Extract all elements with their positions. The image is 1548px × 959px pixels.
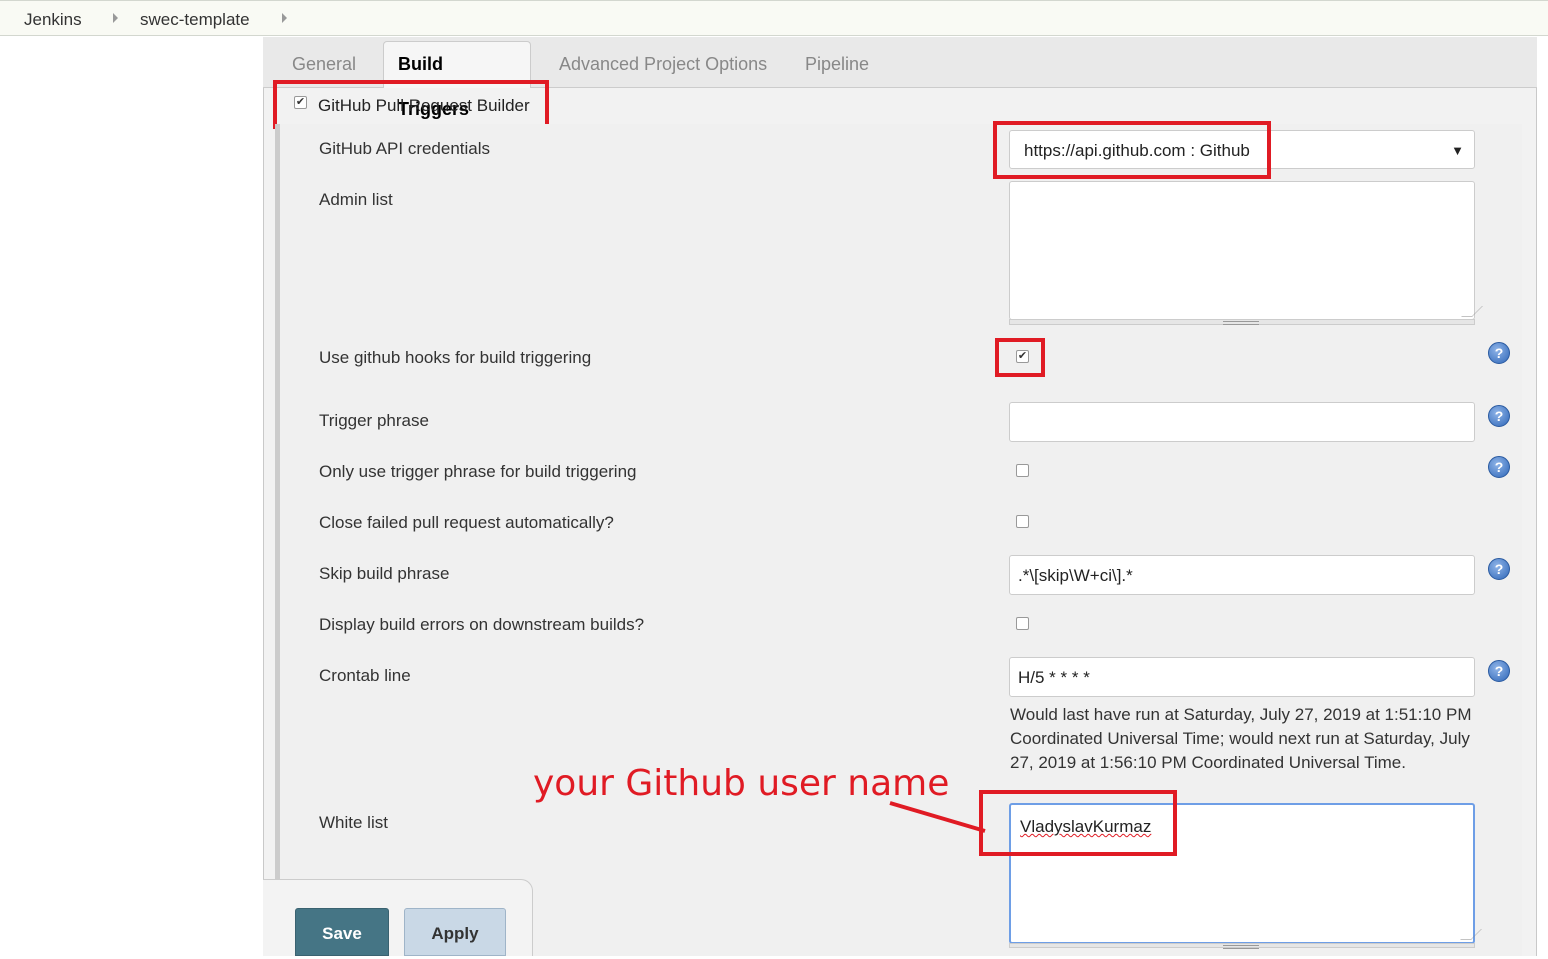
tab-general[interactable]: General — [292, 54, 356, 75]
trigger-phrase-input[interactable] — [1009, 402, 1475, 442]
help-icon[interactable]: ? — [1488, 660, 1510, 682]
help-icon[interactable]: ? — [1488, 558, 1510, 580]
help-icon[interactable]: ? — [1488, 405, 1510, 427]
admin-list-textarea[interactable] — [1009, 181, 1483, 320]
credentials-label: GitHub API credentials — [319, 139, 491, 158]
breadcrumb: Jenkins swec-template — [0, 0, 1548, 36]
skip-build-phrase-input[interactable]: .*\[skip\W+ci\].* — [1009, 555, 1475, 595]
tab-advanced-project-options[interactable]: Advanced Project Options — [559, 54, 767, 75]
admin-list-label: Admin list — [319, 190, 393, 209]
crontab-input[interactable]: H/5 * * * * — [1009, 657, 1475, 697]
use-hooks-checkbox[interactable]: ✔ — [1016, 350, 1029, 363]
close-failed-pr-checkbox[interactable] — [1016, 515, 1029, 528]
credentials-select[interactable]: https://api.github.com : Github ▼ — [1009, 130, 1475, 169]
white-list-textarea[interactable]: VladyslavKurmaz — [1009, 803, 1482, 944]
breadcrumb-chevron-icon[interactable] — [282, 13, 287, 23]
dropdown-arrow-icon: ▼ — [1451, 143, 1464, 158]
white-list-resize-handle[interactable] — [1009, 943, 1475, 949]
annotation-arrow — [889, 801, 986, 833]
admin-list-resize-handle[interactable] — [1009, 319, 1475, 325]
help-icon[interactable]: ? — [1488, 342, 1510, 364]
display-build-errors-checkbox[interactable] — [1016, 617, 1029, 630]
apply-button[interactable]: Apply — [404, 908, 506, 956]
white-list-label: White list — [319, 813, 388, 832]
crontab-schedule-note: Would last have run at Saturday, July 27… — [1010, 705, 1472, 772]
credentials-value: https://api.github.com : Github — [1024, 141, 1250, 160]
breadcrumb-chevron-icon — [113, 13, 118, 23]
only-trigger-phrase-checkbox[interactable] — [1016, 464, 1029, 477]
white-list-value: VladyslavKurmaz — [1020, 817, 1152, 836]
save-button[interactable]: Save — [295, 908, 389, 956]
breadcrumb-swec-template[interactable]: swec-template — [140, 10, 250, 30]
use-hooks-label: Use github hooks for build triggering — [319, 348, 592, 367]
crontab-label: Crontab line — [319, 666, 411, 685]
help-icon[interactable]: ? — [1488, 456, 1510, 478]
trigger-phrase-label: Trigger phrase — [319, 411, 429, 430]
close-failed-pr-label: Close failed pull request automatically? — [319, 513, 614, 532]
crontab-value: H/5 * * * * — [1018, 668, 1090, 687]
display-build-errors-label: Display build errors on downstream build… — [319, 615, 645, 634]
github-pr-builder-label: GitHub Pull Request Builder — [318, 96, 530, 115]
tab-build-triggers[interactable]: Build Triggers — [383, 41, 531, 119]
breadcrumb-jenkins[interactable]: Jenkins — [24, 10, 82, 30]
only-trigger-phrase-label: Only use trigger phrase for build trigge… — [319, 462, 637, 481]
skip-build-phrase-label: Skip build phrase — [319, 564, 450, 583]
skip-build-phrase-value: .*\[skip\W+ci\].* — [1018, 566, 1133, 585]
tab-pipeline[interactable]: Pipeline — [805, 54, 869, 75]
github-pr-builder-checkbox[interactable]: ✔ — [294, 96, 307, 109]
